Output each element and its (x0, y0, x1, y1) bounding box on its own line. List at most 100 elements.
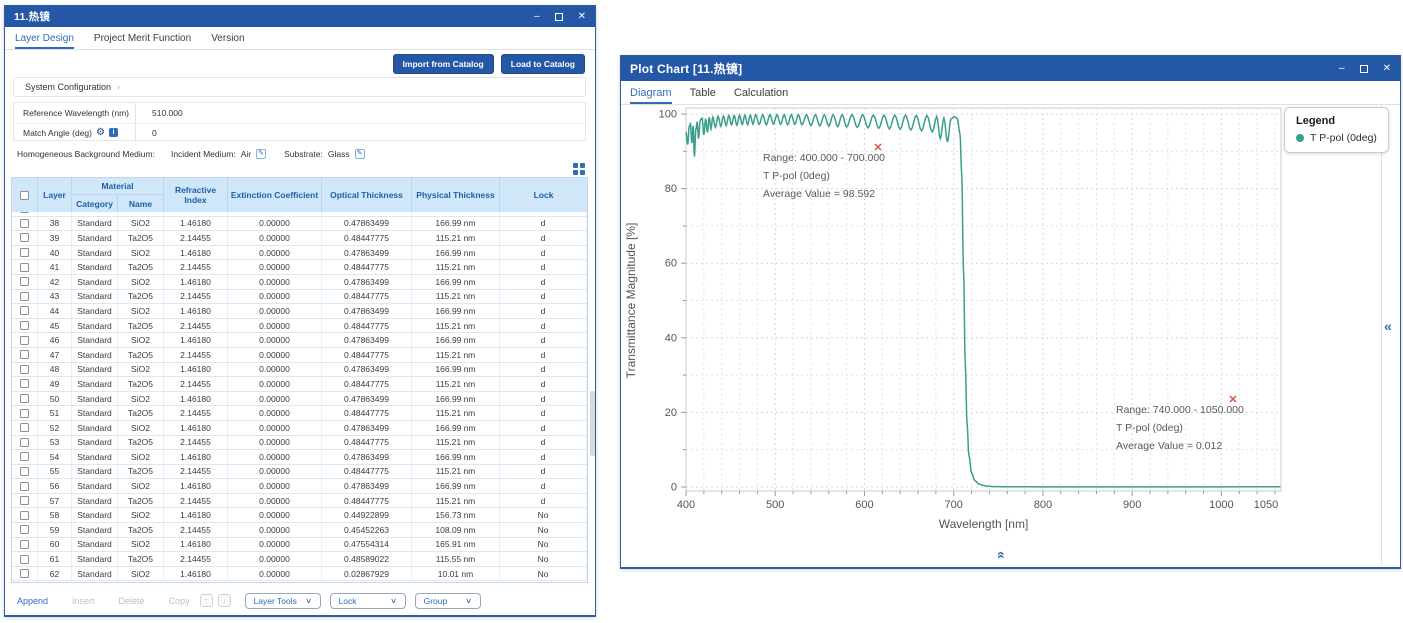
row-checkbox[interactable] (20, 379, 29, 388)
cell-refractive-index[interactable]: 1.46180 (164, 421, 228, 435)
cell-category[interactable]: Standard (72, 436, 118, 450)
cell-name[interactable]: SiO2 (118, 275, 164, 289)
cell-extinction-coefficient[interactable]: 0.00000 (228, 508, 322, 522)
close-icon[interactable]: ✕ (578, 12, 586, 22)
cell-extinction-coefficient[interactable]: 0.00000 (228, 304, 322, 318)
cell-lock[interactable]: d (500, 436, 587, 450)
cell-optical-thickness[interactable]: 0.47863499 (322, 217, 412, 231)
cell-lock[interactable]: No (500, 523, 587, 537)
cell-layer[interactable]: 56 (38, 479, 72, 493)
cell-refractive-index[interactable]: 2.14455 (164, 260, 228, 274)
cell-physical-thickness[interactable]: 115.21 nm (412, 260, 500, 274)
table-row[interactable]: 56StandardSiO21.461800.000000.4786349916… (12, 479, 587, 494)
tab-version[interactable]: Version (211, 33, 244, 49)
cell-name[interactable]: Ta2O5 (118, 494, 164, 508)
cell-layer[interactable]: 62 (38, 567, 72, 581)
tab-layer-design[interactable]: Layer Design (15, 33, 74, 49)
cell-lock[interactable]: d (500, 450, 587, 464)
cell-name[interactable]: SiO2 (118, 508, 164, 522)
cell-physical-thickness[interactable]: 115.21 nm (412, 465, 500, 479)
cell-physical-thickness[interactable]: 115.55 nm (412, 552, 500, 566)
cell-physical-thickness[interactable]: 166.99 nm (412, 304, 500, 318)
cell-extinction-coefficient[interactable]: 0.00000 (228, 290, 322, 304)
cell-optical-thickness[interactable]: 0.47863499 (322, 363, 412, 377)
table-row[interactable]: 54StandardSiO21.461800.000000.4786349916… (12, 450, 587, 465)
cell-layer[interactable]: 48 (38, 363, 72, 377)
cell-optical-thickness[interactable]: 0.47863499 (322, 392, 412, 406)
cell-optical-thickness[interactable]: 0.47863499 (322, 421, 412, 435)
cell-category[interactable]: Standard (72, 479, 118, 493)
cell-layer[interactable]: 54 (38, 450, 72, 464)
row-checkbox[interactable] (20, 540, 29, 549)
cell-extinction-coefficient[interactable]: 0.00000 (228, 465, 322, 479)
table-row[interactable]: 51StandardTa2O52.144550.000000.484477751… (12, 406, 587, 421)
cell-optical-thickness[interactable]: 0.48447775 (322, 319, 412, 333)
expand-side-panel-icon[interactable]: « (1384, 318, 1392, 334)
row-checkbox[interactable] (20, 569, 29, 578)
cell-physical-thickness[interactable]: 166.99 nm (412, 479, 500, 493)
cell-optical-thickness[interactable]: 0.48447775 (322, 377, 412, 391)
insert-button[interactable]: Insert (72, 596, 95, 606)
table-row[interactable]: 52StandardSiO21.461800.000000.4786349916… (12, 421, 587, 436)
table-row[interactable]: 58StandardSiO21.461800.000000.4492289915… (12, 508, 587, 523)
cell-physical-thickness[interactable]: 166.99 nm (412, 363, 500, 377)
row-checkbox[interactable] (20, 263, 29, 272)
cell-refractive-index[interactable]: 1.46180 (164, 479, 228, 493)
cell-optical-thickness[interactable]: 0.47863499 (322, 333, 412, 347)
cell-optical-thickness[interactable]: 0.44922899 (322, 508, 412, 522)
row-checkbox[interactable] (20, 248, 29, 257)
cell-name[interactable]: SiO2 (118, 421, 164, 435)
cell-name[interactable]: SiO2 (118, 363, 164, 377)
cell-optical-thickness[interactable]: 0.48447775 (322, 494, 412, 508)
system-configuration-expander[interactable]: System Configuration › (13, 77, 586, 97)
table-row[interactable]: 62StandardSiO21.461800.000000.0286792910… (12, 567, 587, 582)
cell-extinction-coefficient[interactable]: 0.00000 (228, 436, 322, 450)
cell-category[interactable]: Standard (72, 290, 118, 304)
cell-name[interactable]: SiO2 (118, 450, 164, 464)
cell-refractive-index[interactable]: 1.46180 (164, 217, 228, 231)
cell-layer[interactable]: 39 (38, 231, 72, 245)
row-checkbox[interactable] (20, 321, 29, 330)
cell-physical-thickness[interactable]: 166.99 nm (412, 450, 500, 464)
cell-physical-thickness[interactable]: 115.21 nm (412, 377, 500, 391)
cell-name[interactable]: Ta2O5 (118, 552, 164, 566)
table-row[interactable]: 45StandardTa2O52.144550.000000.484477751… (12, 319, 587, 334)
maximize-icon[interactable] (1360, 65, 1368, 73)
cell-optical-thickness[interactable]: 0.02867929 (322, 567, 412, 581)
row-checkbox[interactable] (20, 233, 29, 242)
cell-category[interactable]: Standard (72, 465, 118, 479)
cell-category[interactable]: Standard (72, 538, 118, 552)
cell-physical-thickness[interactable]: 115.21 nm (412, 319, 500, 333)
cell-extinction-coefficient[interactable]: 0.00000 (228, 392, 322, 406)
cell-extinction-coefficient[interactable]: 0.00000 (228, 246, 322, 260)
group-dropdown[interactable]: Group∨ (415, 593, 481, 609)
cell-name[interactable]: SiO2 (118, 217, 164, 231)
cell-category[interactable]: Standard (72, 494, 118, 508)
table-row[interactable]: 61StandardTa2O52.144550.000000.485890221… (12, 552, 587, 567)
cell-extinction-coefficient[interactable]: 0.00000 (228, 479, 322, 493)
cell-extinction-coefficient[interactable]: 0.00000 (228, 260, 322, 274)
row-checkbox[interactable] (20, 336, 29, 345)
row-checkbox[interactable] (20, 467, 29, 476)
cell-category[interactable]: Standard (72, 552, 118, 566)
cell-physical-thickness[interactable]: 115.21 nm (412, 212, 500, 216)
cell-refractive-index[interactable]: 1.46180 (164, 304, 228, 318)
cell-category[interactable]: Standard (72, 275, 118, 289)
cell-lock[interactable]: d (500, 377, 587, 391)
row-checkbox[interactable] (20, 525, 29, 534)
cell-refractive-index[interactable]: 2.14455 (164, 552, 228, 566)
cell-optical-thickness[interactable]: 0.45452263 (322, 523, 412, 537)
cell-lock[interactable]: No (500, 538, 587, 552)
cell-refractive-index[interactable]: 2.14455 (164, 494, 228, 508)
cell-category[interactable]: Standard (72, 450, 118, 464)
cell-lock[interactable]: d (500, 333, 587, 347)
cell-extinction-coefficient[interactable]: 0.00000 (228, 567, 322, 581)
cell-lock[interactable]: d (500, 231, 587, 245)
cell-name[interactable]: SiO2 (118, 567, 164, 581)
row-checkbox[interactable] (20, 452, 29, 461)
edit-incident-medium-icon[interactable]: ✎ (256, 149, 266, 159)
table-row[interactable]: 57StandardTa2O52.144550.000000.484477751… (12, 494, 587, 509)
cell-physical-thickness[interactable]: 166.99 nm (412, 275, 500, 289)
gear-icon[interactable]: ⚙ (96, 128, 105, 138)
cell-refractive-index[interactable]: 2.14455 (164, 319, 228, 333)
